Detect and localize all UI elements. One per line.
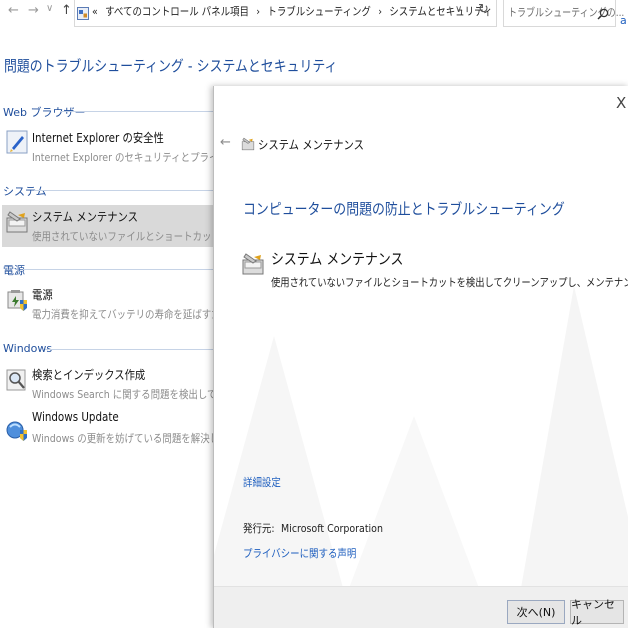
window-edge-text: a (620, 14, 627, 27)
wizard-back-icon[interactable]: ← (220, 135, 231, 150)
breadcrumb-separator[interactable]: › (378, 5, 382, 18)
recent-locations-icon[interactable]: ∨ (46, 3, 53, 14)
forward-arrow-icon[interactable]: → (28, 3, 39, 18)
item-title: 電源 (32, 288, 53, 302)
publisher-line: 発行元: Microsoft Corporation (243, 520, 383, 536)
section-system: システム (3, 185, 47, 198)
publisher-value: Microsoft Corporation (281, 522, 383, 535)
close-icon[interactable]: X (616, 94, 626, 112)
section-divider (23, 269, 213, 270)
option-title: システム メンテナンス (271, 250, 404, 268)
section-power: 電源 (3, 264, 25, 277)
section-web-browser: Web ブラウザー (3, 106, 86, 119)
publisher-label: 発行元: (243, 522, 275, 535)
privacy-statement-link[interactable]: プライバシーに関する声明 (243, 545, 356, 561)
item-title: Internet Explorer の安全性 (32, 131, 164, 145)
advanced-settings-link[interactable]: 詳細設定 (243, 474, 281, 490)
breadcrumb-separator[interactable]: › (256, 5, 260, 18)
section-divider (34, 190, 213, 191)
option-description: 使用されていないファイルとショートカットを検出してクリーンアップし、メンテナンス… (271, 276, 628, 289)
cancel-button[interactable]: キャンセル (570, 598, 624, 627)
section-divider (45, 349, 213, 350)
next-button[interactable]: 次へ(N) (507, 600, 565, 624)
item-title: システム メンテナンス (32, 210, 138, 224)
wizard-header-title: システム メンテナンス (258, 138, 364, 152)
wizard-footer: 次へ(N) キャンセル (214, 586, 628, 628)
search-icon[interactable] (597, 5, 609, 20)
back-arrow-icon[interactable]: ← (8, 3, 19, 18)
system-maintenance-icon (6, 210, 28, 234)
item-title: 検索とインデックス作成 (32, 368, 146, 382)
breadcrumb-all-control-panel-items[interactable]: すべてのコントロール パネル項目 (105, 5, 249, 18)
control-panel-icon (77, 5, 89, 20)
system-maintenance-icon (242, 252, 264, 276)
breadcrumb-troubleshooting[interactable]: トラブルシューティング (267, 5, 370, 18)
troubleshooter-wizard: ← システム メンテナンス コンピューターの問題の防止とトラブルシューティング … (213, 86, 628, 628)
section-divider (60, 111, 213, 112)
address-dropdown-icon[interactable]: ∨ (455, 4, 462, 15)
item-title: Windows Update (32, 410, 119, 424)
page-title: 問題のトラブルシューティング - システムとセキュリティ (4, 57, 338, 75)
breadcrumb: « すべてのコントロール パネル項目 › トラブルシューティング › システムと… (92, 3, 493, 19)
refresh-icon[interactable]: ↻ (478, 2, 489, 17)
system-maintenance-icon (241, 136, 255, 151)
wizard-heading: コンピューターの問題の防止とトラブルシューティング (243, 200, 565, 218)
up-arrow-icon[interactable]: ↑ (61, 3, 72, 18)
breadcrumb-overflow[interactable]: « (92, 5, 98, 18)
